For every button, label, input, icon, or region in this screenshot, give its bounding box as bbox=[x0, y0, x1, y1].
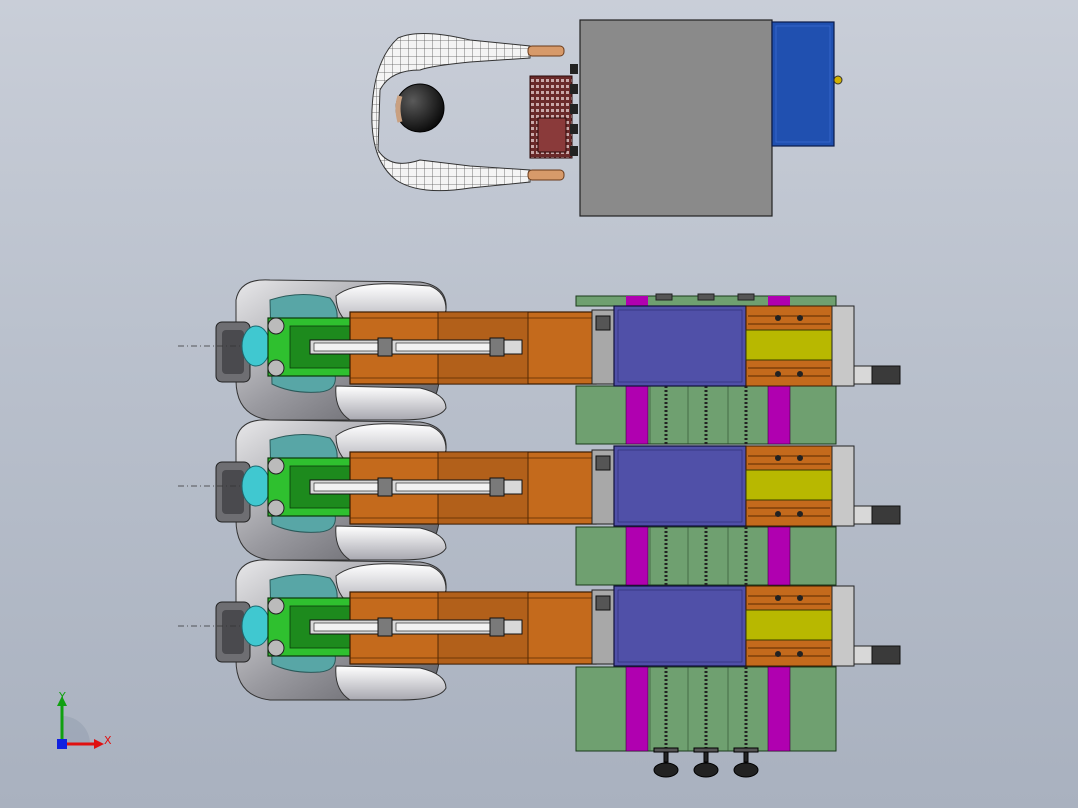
frame-plate-3 bbox=[575, 666, 837, 752]
z-axis-marker bbox=[57, 739, 67, 749]
control-box bbox=[771, 21, 835, 147]
operator-head bbox=[395, 83, 445, 133]
leveling-feet bbox=[653, 747, 759, 778]
x-axis-label: X bbox=[104, 734, 112, 747]
y-axis-label: Y bbox=[58, 690, 66, 703]
operator-workstation bbox=[371, 19, 843, 217]
coordinate-triad: Y X bbox=[57, 690, 112, 749]
frame-plate-1 bbox=[574, 384, 838, 446]
work-table bbox=[579, 19, 773, 217]
cad-viewport: Y X bbox=[57, 19, 901, 778]
frame-plate-2 bbox=[574, 525, 838, 587]
